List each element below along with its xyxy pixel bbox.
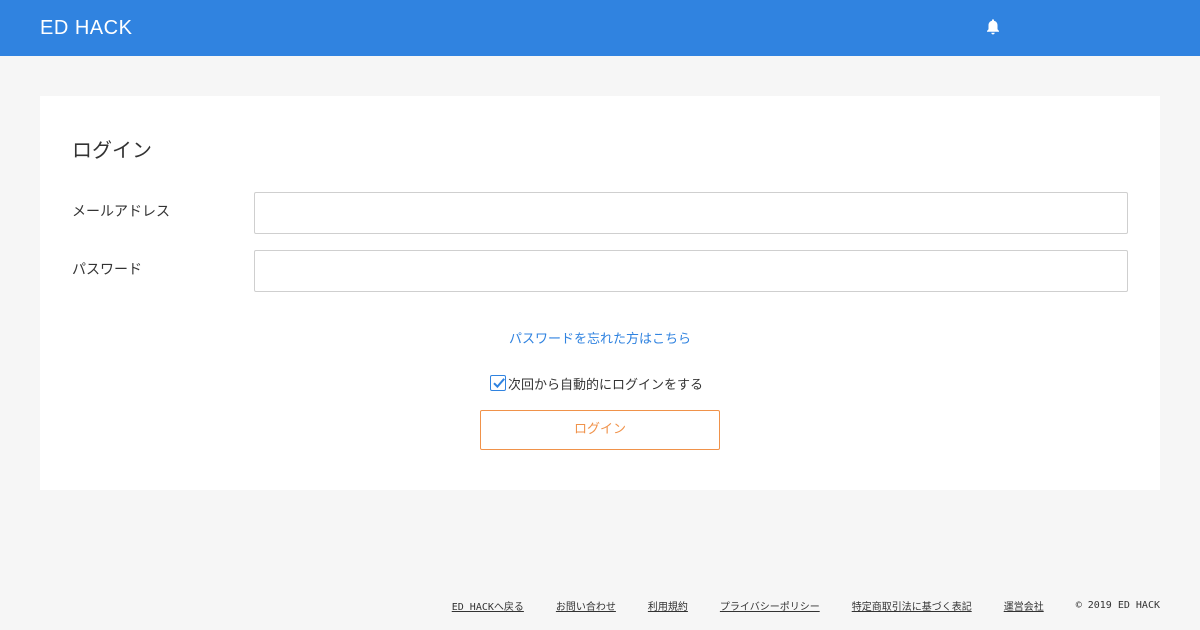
login-card: ログイン メールアドレス パスワード パスワードを忘れた方はこちら 次回から自動… (40, 96, 1160, 490)
forgot-password-link[interactable]: パスワードを忘れた方はこちら (509, 332, 691, 347)
forgot-password-row: パスワードを忘れた方はこちら (40, 330, 1160, 350)
password-field[interactable] (254, 250, 1128, 292)
login-button[interactable]: ログイン (480, 410, 720, 450)
footer-link-back-to-edhack[interactable]: ED HACKへ戻る (452, 598, 524, 613)
footer-link-commercial-transactions[interactable]: 特定商取引法に基づく表記 (852, 598, 972, 613)
password-label: パスワード (72, 262, 142, 278)
app-logo[interactable]: ED HACK (40, 14, 132, 42)
email-field[interactable] (254, 192, 1128, 234)
remember-me-checkbox[interactable] (490, 375, 506, 391)
checkmark-icon (493, 378, 505, 389)
top-navigation-bar: ED HACK (0, 0, 1200, 56)
footer-link-company[interactable]: 運営会社 (1004, 598, 1044, 613)
footer-link-contact[interactable]: お問い合わせ (556, 598, 616, 613)
copyright-text: © 2019 ED HACK (1075, 599, 1160, 611)
footer-link-terms[interactable]: 利用規約 (648, 598, 688, 613)
email-label: メールアドレス (72, 204, 170, 220)
page-title: ログイン (72, 138, 152, 162)
footer-link-privacy-policy[interactable]: プライバシーポリシー (720, 598, 820, 613)
remember-me-row: 次回から自動的にログインをする (490, 373, 703, 393)
remember-me-label[interactable]: 次回から自動的にログインをする (508, 374, 703, 393)
bell-icon[interactable] (985, 18, 1001, 36)
footer: ED HACKへ戻る お問い合わせ 利用規約 プライバシーポリシー 特定商取引法… (452, 598, 1160, 613)
